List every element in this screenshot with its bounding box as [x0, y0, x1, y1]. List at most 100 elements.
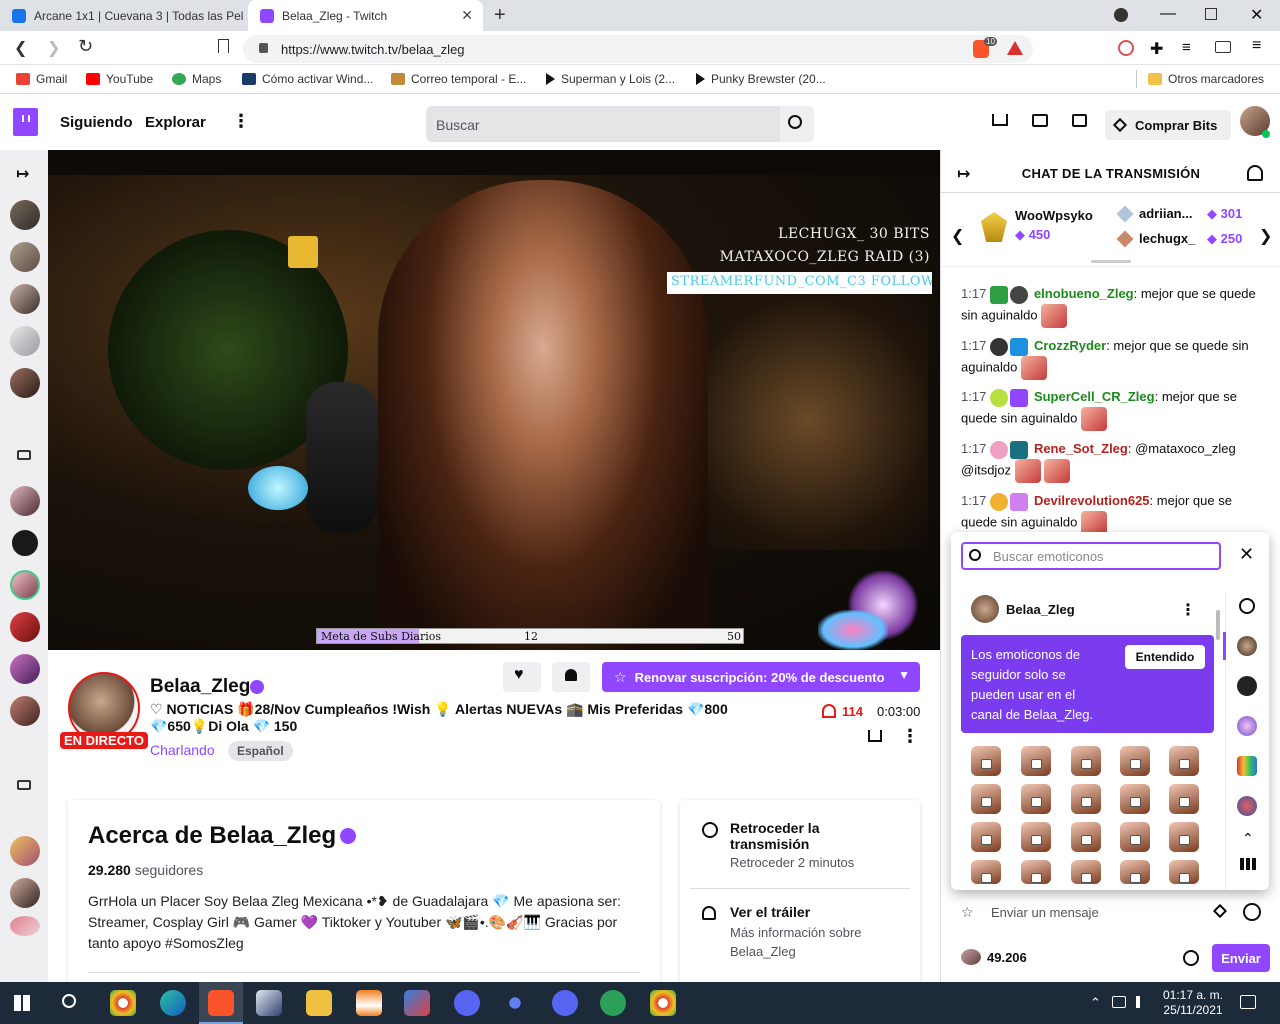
more-icon[interactable]: ⋮ [901, 726, 919, 747]
locked-emote[interactable] [1021, 822, 1051, 852]
followed-channel-avatar[interactable] [10, 326, 40, 356]
whispers-icon[interactable] [1072, 114, 1087, 127]
rewind-title[interactable]: Retroceder la transmisión [730, 820, 890, 852]
locked-emote[interactable] [1120, 860, 1150, 884]
windows-start-icon[interactable] [14, 995, 30, 1011]
leaderboard-prev-icon[interactable]: ❮ [951, 226, 964, 246]
media-queue-icon[interactable]: ≡ [1182, 39, 1191, 56]
send-button[interactable]: Enviar [1212, 944, 1270, 972]
channel-emotes-section-icon[interactable] [1237, 636, 1257, 656]
recent-emotes-icon[interactable] [1239, 598, 1255, 614]
close-tab-icon[interactable]: ✕ [461, 7, 473, 24]
show-hidden-icons-icon[interactable]: ⌃ [1090, 995, 1101, 1011]
minimize-icon[interactable]: — [1160, 5, 1176, 23]
recommended-channel-avatar[interactable] [10, 654, 40, 684]
vlc-icon[interactable] [356, 990, 382, 1016]
locked-emote[interactable] [1071, 860, 1101, 884]
language-tag[interactable]: Español [228, 741, 293, 761]
locked-emote[interactable] [1120, 822, 1150, 852]
all-emotes-icon[interactable] [1240, 858, 1256, 870]
bookmark-star-icon[interactable] [218, 39, 229, 53]
crown-icon[interactable] [992, 114, 1008, 126]
locked-emote[interactable] [1021, 860, 1051, 884]
leaderboard-next-icon[interactable]: ❯ [1259, 226, 1272, 246]
scrollbar[interactable] [1216, 610, 1220, 640]
followed-channel-avatar[interactable] [10, 284, 40, 314]
app-icon[interactable] [256, 990, 282, 1016]
message-username[interactable]: Devilrevolution625 [1034, 493, 1150, 508]
browser-tab-twitch[interactable]: Belaa_Zleg - Twitch ✕ [248, 0, 483, 31]
recommended-channel-avatar[interactable] [10, 612, 40, 642]
locked-emote[interactable] [1071, 784, 1101, 814]
volume-icon[interactable] [1136, 996, 1146, 1008]
locked-emote[interactable] [1169, 784, 1199, 814]
message-username[interactable]: SuperCell_CR_Zleg [1034, 389, 1155, 404]
file-explorer-icon[interactable] [306, 990, 332, 1016]
community-icon[interactable] [1247, 165, 1263, 181]
renew-subscription-button[interactable]: ☆ Renovar suscripción: 20% de descuento … [602, 662, 920, 692]
extension-icon[interactable] [1118, 40, 1134, 56]
extensions-puzzle-icon[interactable]: ✚ [1150, 39, 1163, 59]
share-icon[interactable] [868, 730, 882, 742]
emote-set-icon[interactable] [1237, 676, 1257, 696]
bookmark-correo[interactable]: Correo temporal - E... [391, 72, 526, 86]
notifications-button[interactable] [552, 662, 590, 692]
stream-category-link[interactable]: Charlando [150, 742, 215, 758]
locked-emote[interactable] [971, 860, 1001, 884]
nav-following[interactable]: Siguiendo [60, 114, 133, 131]
bookmark-other[interactable]: Otros marcadores [1148, 72, 1264, 86]
search-input[interactable]: Buscar [426, 106, 780, 142]
wallet-icon[interactable] [1215, 41, 1231, 53]
followed-channel-avatar[interactable] [10, 368, 40, 398]
video-player[interactable]: LECHUGX_ 30 BITS MATAXOCO_ZLEG RAID (3) … [48, 150, 940, 650]
locked-emote[interactable] [971, 784, 1001, 814]
brave-rewards-icon[interactable] [1007, 41, 1023, 55]
bits-cheer-icon[interactable] [1212, 903, 1228, 919]
locked-emote[interactable] [1169, 746, 1199, 776]
chat-input[interactable]: ☆ Enviar un mensaje [953, 898, 1269, 928]
similar-channel-avatar[interactable] [10, 878, 40, 908]
followed-channel-avatar[interactable] [10, 242, 40, 272]
locked-emote[interactable] [1071, 822, 1101, 852]
emote-set-icon[interactable] [1237, 796, 1257, 816]
locked-emote[interactable] [1169, 860, 1199, 884]
locked-emote[interactable] [971, 822, 1001, 852]
network-icon[interactable] [1112, 996, 1126, 1008]
tab-search-icon[interactable] [1114, 8, 1128, 22]
followed-channel-avatar[interactable] [10, 200, 40, 230]
url-field[interactable]: https://www.twitch.tv/belaa_zleg 10 [243, 35, 1033, 63]
locked-emote[interactable] [1120, 746, 1150, 776]
recommended-channel-avatar[interactable] [10, 486, 40, 516]
search-button[interactable] [780, 106, 814, 142]
menu-icon[interactable]: ≡ [1252, 37, 1261, 55]
browser-tab-cuevana[interactable]: Arcane 1x1 | Cuevana 3 | Todas las Pel [0, 0, 248, 31]
discord-icon[interactable] [454, 990, 480, 1016]
emote-search-input[interactable]: Buscar emoticonos [961, 542, 1221, 570]
emote-picker-icon[interactable] [1243, 903, 1261, 921]
close-icon[interactable]: ✕ [1239, 544, 1254, 565]
app-icon[interactable] [502, 990, 528, 1016]
notifications-icon[interactable] [1240, 995, 1256, 1009]
message-username[interactable]: Rene_Sot_Zleg [1034, 441, 1128, 456]
app-icon[interactable] [600, 990, 626, 1016]
more-icon[interactable]: ⋮ [1180, 600, 1196, 620]
emote-set-icon[interactable] [1237, 716, 1257, 736]
scroll-up-icon[interactable]: ⌃ [1242, 830, 1254, 847]
emote-set-icon[interactable] [1237, 756, 1257, 776]
chat-settings-icon[interactable] [1183, 950, 1199, 966]
bookmark-gmail[interactable]: Gmail [16, 72, 67, 86]
clock[interactable]: 01:17 a. m. 25/11/2021 [1158, 988, 1228, 1018]
locked-emote[interactable] [1169, 822, 1199, 852]
locked-emote[interactable] [1071, 746, 1101, 776]
bookmark-superman[interactable]: Superman y Lois (2... [546, 72, 675, 86]
maximize-icon[interactable] [1205, 8, 1217, 20]
channel-points-star-icon[interactable]: ☆ [961, 904, 974, 921]
discord-icon[interactable] [552, 990, 578, 1016]
more-options-icon[interactable]: ⋮ [232, 111, 250, 132]
reload-icon[interactable]: ↻ [78, 36, 93, 57]
bookmark-youtube[interactable]: YouTube [86, 72, 153, 86]
locked-emote[interactable] [1120, 784, 1150, 814]
twitch-logo-icon[interactable] [13, 108, 38, 136]
locked-emote[interactable] [971, 746, 1001, 776]
message-username[interactable]: CrozzRyder [1034, 338, 1106, 353]
